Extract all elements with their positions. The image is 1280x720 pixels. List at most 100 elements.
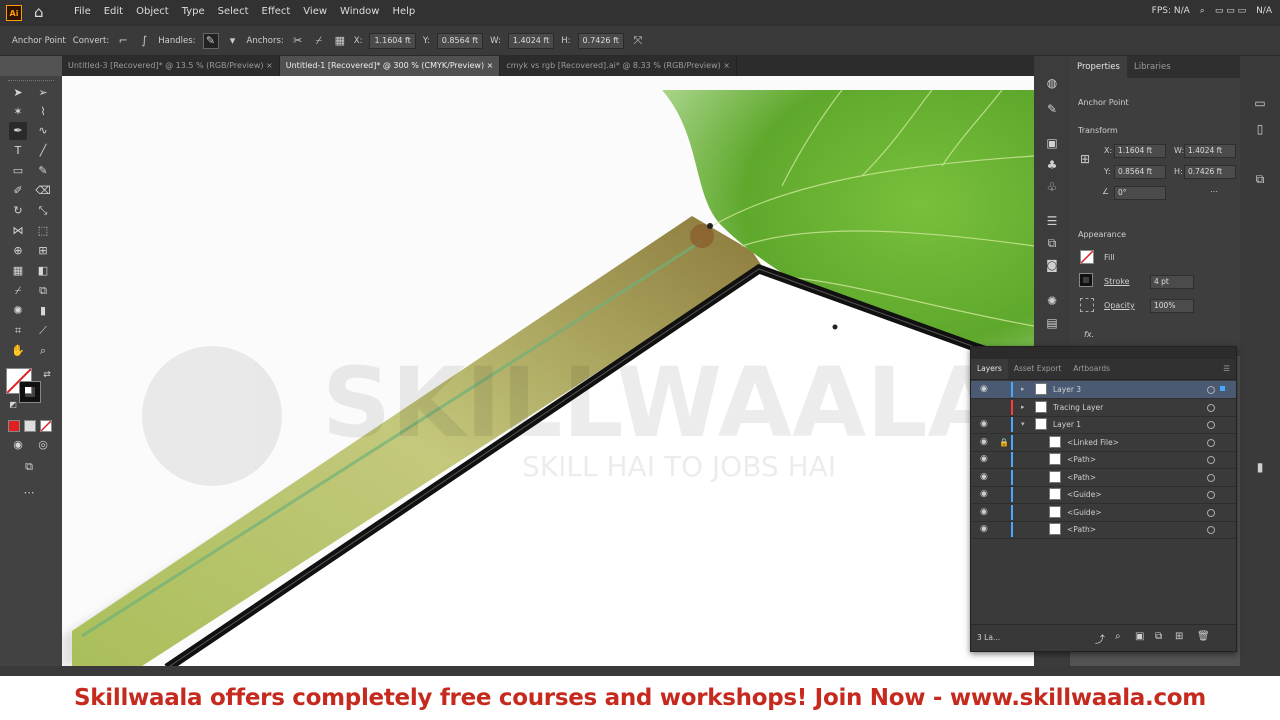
prop-y-field[interactable]: 0.8564 ft [1114, 165, 1166, 179]
rotate-tool-icon[interactable]: ↻ [9, 202, 27, 220]
tab-untitled-1[interactable]: Untitled-1 [Recovered]* @ 300 % (CMYK/Pr… [279, 56, 501, 76]
target-icon[interactable] [1207, 508, 1215, 517]
tab-untitled-3[interactable]: Untitled-3 [Recovered]* @ 13.5 % (RGB/Pr… [62, 56, 280, 76]
line-tool-icon[interactable]: ╱ [34, 142, 52, 160]
magic-wand-tool-icon[interactable]: ✶ [9, 103, 27, 121]
shape-builder-tool-icon[interactable]: ⊕ [9, 242, 27, 260]
hand-tool-icon[interactable]: ✋ [9, 342, 27, 360]
more-options-icon[interactable]: ⋯ [1210, 187, 1218, 196]
align-icon[interactable]: ▦ [333, 34, 347, 48]
menu-help[interactable]: Help [392, 6, 415, 17]
eyedropper-tool-icon[interactable]: ⌿ [9, 282, 27, 300]
locate-object-icon[interactable]: ⌕ [1115, 631, 1121, 642]
menu-select[interactable]: Select [218, 6, 249, 17]
layer-row[interactable]: ◉ <Path> [971, 521, 1236, 539]
visibility-eye-icon[interactable]: ◉ [980, 504, 988, 521]
menu-object[interactable]: Object [136, 6, 169, 17]
menu-effect[interactable]: Effect [262, 6, 291, 17]
reference-point-icon[interactable]: ⊞ [1080, 152, 1090, 166]
color-guide-icon[interactable]: ✺ [1043, 292, 1061, 310]
layer-name[interactable]: Layer 1 [1053, 416, 1081, 433]
visibility-eye-icon[interactable]: ◉ [980, 521, 988, 538]
align-panel-icon[interactable]: ☰ [1043, 212, 1061, 230]
symbols-icon[interactable]: ♣ [1043, 156, 1061, 174]
gradient-mode-icon[interactable] [24, 420, 36, 432]
layers-menu-icon[interactable]: ☰ [1217, 359, 1236, 379]
new-sublayer-icon[interactable]: ⧉ [1155, 631, 1162, 642]
fx-button[interactable]: fx. [1084, 330, 1094, 339]
visibility-eye-icon[interactable]: ◉ [980, 434, 988, 451]
perspective-grid-tool-icon[interactable]: ⊞ [34, 242, 52, 260]
zoom-tool-icon[interactable]: ⌕ [34, 342, 52, 360]
cut-path-icon[interactable]: ⌿ [312, 34, 326, 48]
stroke-color-swatch[interactable] [1079, 273, 1093, 287]
symbol-sprayer-tool-icon[interactable]: ✺ [9, 302, 27, 320]
clipping-mask-icon[interactable]: ▣ [1135, 631, 1144, 642]
graphic-styles-icon[interactable]: ▣ [1043, 134, 1061, 152]
stroke-swatch[interactable] [19, 381, 41, 403]
tab-properties[interactable]: Properties [1070, 56, 1127, 78]
toolbar-grip[interactable] [8, 80, 54, 83]
layer-name[interactable]: <Guide> [1067, 504, 1102, 521]
type-tool-icon[interactable]: T [9, 142, 27, 160]
x-field[interactable]: 1.1604 ft [369, 32, 416, 49]
gradient-tool-icon[interactable]: ◧ [34, 262, 52, 280]
brushes-icon[interactable]: ✎ [1043, 100, 1061, 118]
menu-type[interactable]: Type [182, 6, 205, 17]
eraser-tool-icon[interactable]: ⌫ [34, 182, 52, 200]
canvas[interactable]: SKILLWAALA SKILL HAI TO JOBS HAI [62, 76, 1034, 666]
draw-mode-icon[interactable]: ◉ [9, 436, 27, 454]
h-field[interactable]: 0.7426 ft [577, 32, 624, 49]
lasso-tool-icon[interactable]: ⌇ [34, 103, 52, 121]
target-icon[interactable] [1207, 421, 1215, 429]
transform-icon[interactable]: ⤧ [631, 34, 645, 48]
tab-libraries[interactable]: Libraries [1127, 56, 1178, 78]
stroke-label[interactable]: Stroke [1104, 277, 1130, 286]
appearance-icon[interactable]: ◍ [1043, 74, 1061, 92]
visibility-eye-icon[interactable]: ◉ [980, 469, 988, 486]
layer-name[interactable]: Tracing Layer [1053, 399, 1103, 416]
swatches-icon[interactable]: ▤ [1043, 314, 1061, 332]
layer-row[interactable]: ◉ <Guide> [971, 486, 1236, 504]
graph-panel-icon[interactable]: ▮ [1251, 458, 1269, 476]
expand-arrow-icon[interactable]: ▸ [1021, 381, 1025, 398]
curvature-tool-icon[interactable]: ∿ [34, 122, 52, 140]
opacity-field[interactable]: 100% [1150, 299, 1194, 313]
new-layer-icon[interactable]: ⊞ [1175, 631, 1183, 642]
libraries-icon[interactable]: ▭ [1251, 94, 1269, 112]
mesh-tool-icon[interactable]: ▦ [9, 262, 27, 280]
y-field[interactable]: 0.8564 ft [436, 32, 484, 49]
remove-anchor-icon[interactable]: ✂ [291, 34, 305, 48]
show-handles-icon[interactable]: ✎ [202, 32, 219, 49]
transform-panel-icon[interactable]: ⧉ [1043, 234, 1061, 252]
column-graph-tool-icon[interactable]: ▮ [34, 302, 52, 320]
layer-name[interactable]: <Path> [1067, 451, 1096, 468]
anchor-point[interactable] [832, 324, 838, 330]
blend-tool-icon[interactable]: ⧉ [34, 282, 52, 300]
handles-dropdown-icon[interactable]: ▾ [226, 34, 240, 48]
visibility-eye-icon[interactable]: ◉ [980, 381, 988, 398]
panel-stack-icon[interactable]: ▯ [1251, 120, 1269, 138]
layer-row[interactable]: ◉ ▾ Layer 1 [971, 416, 1236, 434]
prop-h-field[interactable]: 0.7426 ft [1184, 165, 1236, 179]
target-icon[interactable] [1207, 386, 1215, 394]
w-field[interactable]: 1.4024 ft [507, 32, 555, 49]
prop-w-field[interactable]: 1.4024 ft [1184, 144, 1236, 158]
expand-arrow-icon[interactable]: ▾ [1021, 416, 1025, 433]
promo-banner[interactable]: Skillwaala offers completely free course… [0, 676, 1280, 720]
target-icon[interactable] [1207, 526, 1215, 534]
tab-layers[interactable]: Layers [971, 359, 1008, 379]
target-icon[interactable] [1207, 456, 1215, 464]
visibility-eye-icon[interactable]: ◉ [980, 416, 988, 433]
layer-row[interactable]: ◉ <Path> [971, 451, 1236, 469]
club-icon[interactable]: ♧ [1043, 178, 1061, 196]
menu-edit[interactable]: Edit [104, 6, 123, 17]
layer-row[interactable]: ▸ Tracing Layer [971, 399, 1236, 417]
opacity-label[interactable]: Opacity [1104, 301, 1135, 310]
stroke-weight-field[interactable]: 4 pt [1150, 275, 1194, 289]
paintbrush-tool-icon[interactable]: ✎ [34, 162, 52, 180]
target-icon[interactable] [1207, 438, 1215, 447]
prop-x-field[interactable]: 1.1604 ft [1114, 144, 1166, 158]
none-mode-icon[interactable] [40, 420, 52, 432]
tab-asset-export[interactable]: Asset Export [1008, 359, 1067, 379]
